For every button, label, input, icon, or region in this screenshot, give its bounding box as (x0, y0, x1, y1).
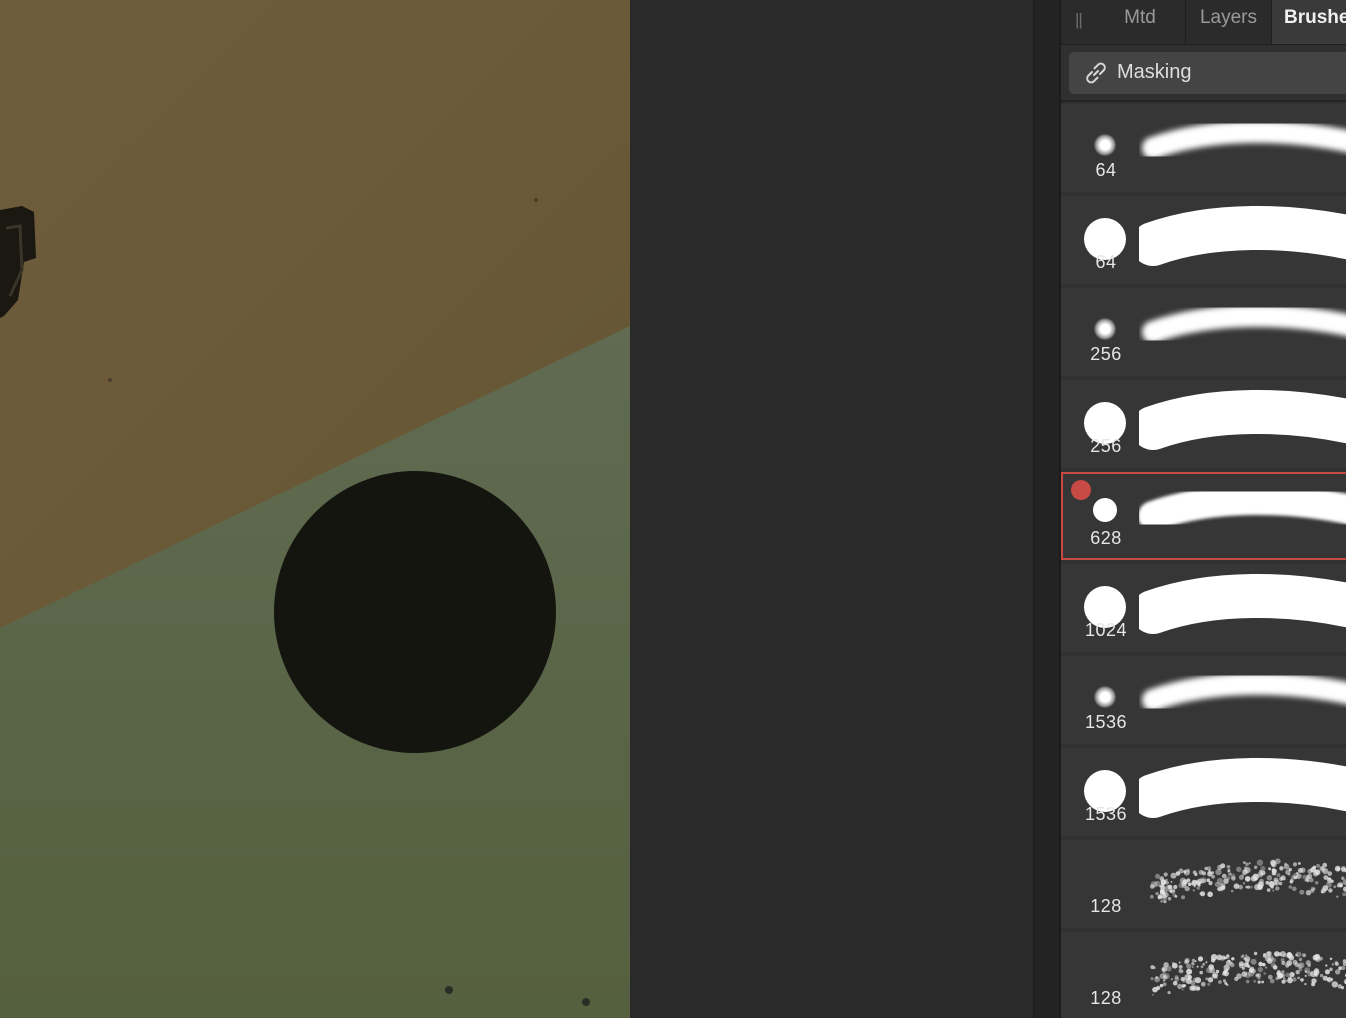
brush-stroke-preview (1139, 205, 1346, 266)
workspace-background (630, 0, 1033, 1018)
brush-stroke-preview (1150, 951, 1346, 996)
photo-editor-window: || Mtd Layers Brushes Masking 64 64 256 256… (0, 0, 1346, 1018)
brush-preset-item[interactable]: 128 (1061, 932, 1346, 1018)
brush-size-label: 1536 (1084, 712, 1128, 732)
tab-mtd[interactable]: Mtd (1095, 0, 1185, 44)
brush-stroke-preview (1139, 573, 1346, 634)
brush-size-label: 256 (1090, 436, 1122, 456)
brush-size-label: 64 (1095, 252, 1117, 272)
image-canvas[interactable] (0, 0, 630, 1018)
masking-button[interactable]: Masking (1069, 52, 1346, 94)
brush-preset-item[interactable]: 64 (1061, 196, 1346, 284)
mask-circle (274, 471, 556, 753)
brush-preset-item[interactable]: 256 (1061, 288, 1346, 376)
brush-preset-item[interactable]: 1536 (1061, 656, 1346, 744)
brush-preset-item[interactable]: 64 (1061, 104, 1346, 192)
brush-stroke-preview (1139, 757, 1346, 818)
brush-stroke-preview (1142, 672, 1346, 711)
brush-tip-preview (1094, 318, 1116, 340)
list-separator (1061, 100, 1346, 102)
brush-preset-item[interactable]: 628 (1061, 472, 1346, 560)
brush-stroke-preview (1150, 858, 1346, 904)
brush-stroke-preview (1139, 389, 1346, 450)
brush-size-label: 1536 (1084, 804, 1128, 824)
brush-tip-preview (1093, 498, 1117, 522)
brush-tip-preview (1094, 686, 1116, 708)
brush-size-label: 64 (1095, 160, 1117, 180)
brush-size-label: 1024 (1084, 620, 1128, 640)
selected-dot-icon (1071, 480, 1091, 500)
brush-size-label: 256 (1090, 344, 1122, 364)
link-icon (1086, 62, 1106, 84)
masking-label: Masking (1117, 61, 1192, 83)
brushes-panel: || Mtd Layers Brushes Masking 64 64 256 256… (1059, 0, 1346, 1018)
tab-brushes[interactable]: Brushes (1271, 0, 1346, 44)
brush-stroke-preview (1142, 304, 1346, 343)
brush-tip-preview (1094, 134, 1116, 156)
grip-icon[interactable]: || (1075, 10, 1083, 30)
brush-preset-item[interactable]: 256 (1061, 380, 1346, 468)
panel-tab-bar: || Mtd Layers Brushes (1061, 0, 1346, 45)
brush-list: 64 64 256 256 628 1024 1536 1536 128 128 (1061, 104, 1346, 1018)
brush-size-label: 128 (1090, 896, 1122, 916)
brush-stroke-preview (1139, 484, 1346, 531)
tab-layers[interactable]: Layers (1185, 0, 1271, 44)
photo-content (0, 0, 630, 1018)
brush-stroke-preview (1142, 120, 1346, 159)
brush-preset-item[interactable]: 128 (1061, 840, 1346, 928)
brush-preset-item[interactable]: 1536 (1061, 748, 1346, 836)
brush-size-label: 628 (1090, 528, 1122, 548)
panel-divider[interactable] (1033, 0, 1060, 1018)
brush-size-label: 128 (1090, 988, 1122, 1008)
brush-preset-item[interactable]: 1024 (1061, 564, 1346, 652)
